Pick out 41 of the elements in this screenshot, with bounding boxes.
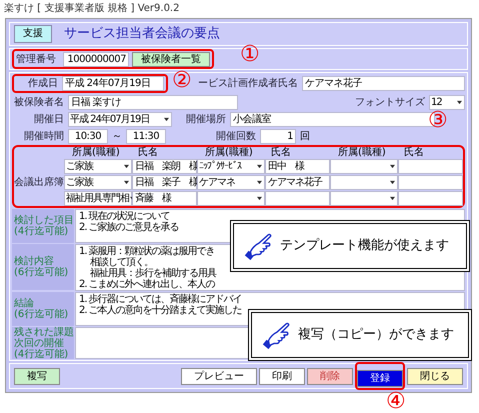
column-header: 所属(職種) xyxy=(337,147,387,159)
column-header: 氏名 xyxy=(270,147,292,159)
column-header: 所属(職種) xyxy=(204,147,254,159)
form-title: サービス担当者会議の要点 xyxy=(64,25,220,44)
field-label: 被保険者名 xyxy=(13,96,65,110)
text-line: 1. 歩行器については、斉藤様にアドバイ xyxy=(79,294,242,305)
circled-number: ① xyxy=(240,44,260,66)
text-line: 1. 現在の状況について xyxy=(79,211,170,222)
text-line: 相談して頂く。 xyxy=(89,257,154,268)
field-label: 開催日 xyxy=(33,112,65,126)
separator-text: ～ xyxy=(111,130,123,144)
circled-number: ④ xyxy=(386,391,406,413)
field-label: ービス計画作成者氏名 xyxy=(198,76,299,91)
text-line: 2. こまめに外へ連れ出し、本人の xyxy=(79,279,215,290)
section-badge: 支援 xyxy=(14,25,52,43)
field-label: 作成日 xyxy=(27,76,59,91)
circled-number: ② xyxy=(172,70,192,92)
text-line: 2. ご家族のご意見を承る xyxy=(79,222,179,233)
field-hint: (6行迄可能) xyxy=(14,267,70,278)
column-header: 氏名 xyxy=(137,147,159,159)
field-label: 開催場所 xyxy=(186,112,227,126)
field-label: 検討した項目 xyxy=(14,215,74,226)
text-line: 1. 薬服用：顆粒状の薬は服用でき xyxy=(79,246,215,257)
field-label: 開催時間 xyxy=(23,130,65,144)
column-header: 所属(職種) xyxy=(71,147,121,159)
text-line: 2. ご本人の意向を十分踏まえて実施した xyxy=(79,305,242,316)
field-label: 検討内容 xyxy=(14,256,54,267)
column-header: 氏名 xyxy=(403,147,425,159)
field-label: 開催回数 xyxy=(216,130,257,144)
field-hint: (6行迄可能) xyxy=(14,309,70,320)
field-label: 結論 xyxy=(14,298,35,309)
field-label: フォントサイズ xyxy=(355,96,426,110)
text-line: 福祉用具：歩行を補助する用具 xyxy=(89,268,216,279)
field-label: 会議出席簿 xyxy=(14,176,64,190)
field-label: 管理番号 xyxy=(16,52,57,66)
field-hint: (4行迄可能) xyxy=(14,348,70,360)
field-label: 残された課題次回の開催 xyxy=(14,326,74,348)
field-hint: (4行迄可能) xyxy=(14,226,70,237)
window-title: 楽すけ [ 支援事業者版 規格 ] Ver9.0.2 xyxy=(3,2,180,16)
tooltip-text: 複写（コピー）ができます xyxy=(298,326,454,344)
unit-text: 回 xyxy=(299,130,310,144)
